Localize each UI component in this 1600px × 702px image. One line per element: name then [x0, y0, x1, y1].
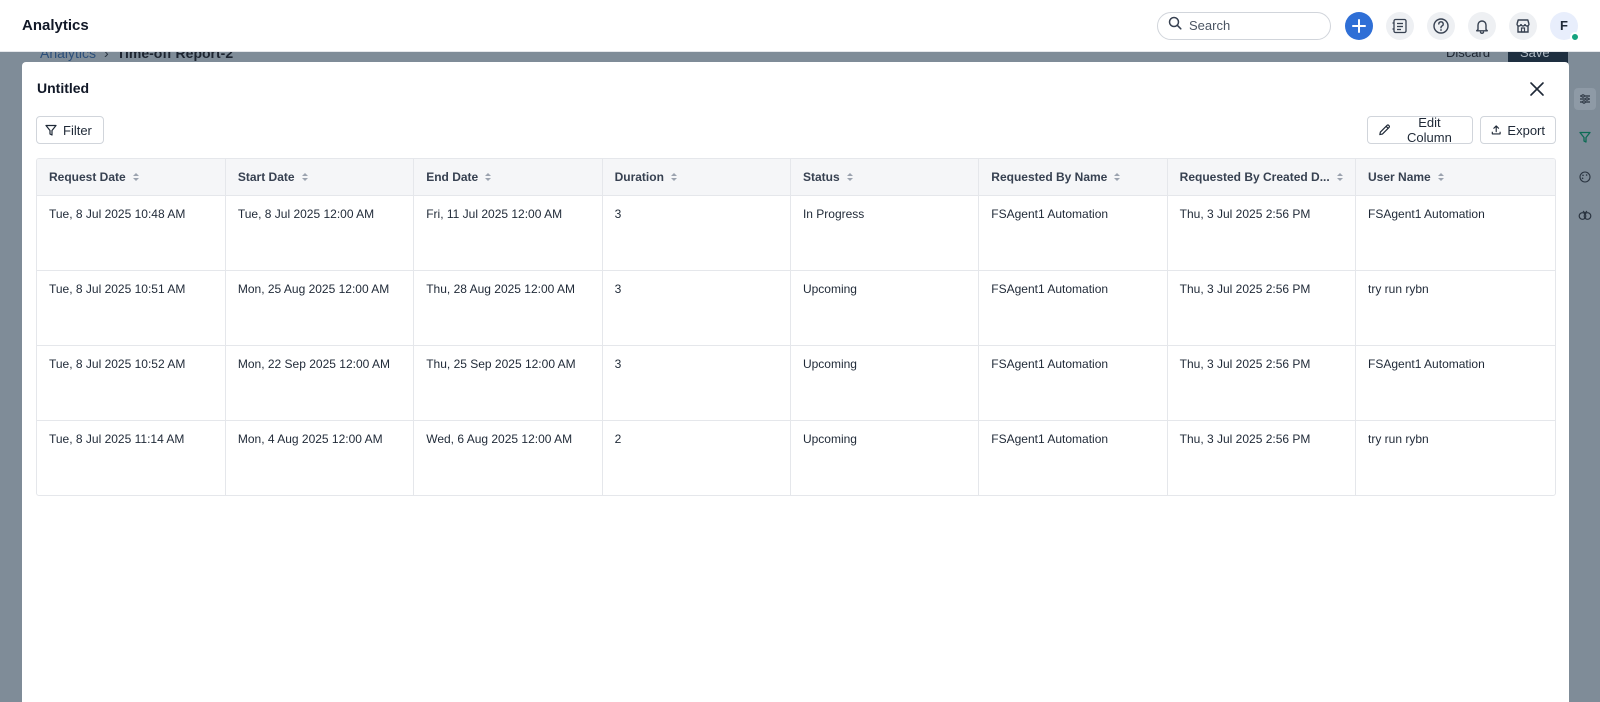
background-breadcrumb: Analytics › Time-off Report-2 [40, 52, 233, 61]
topbar-actions: F [1157, 11, 1580, 42]
upload-icon [1491, 125, 1501, 135]
table-header-row: Request Date Start Date End Date Duratio… [37, 159, 1555, 196]
close-button[interactable] [1526, 78, 1548, 100]
cell-request-date: Tue, 8 Jul 2025 10:51 AM [37, 270, 226, 346]
sort-icon [1437, 172, 1444, 181]
sort-icon [301, 172, 308, 181]
cell-duration: 3 [602, 345, 791, 421]
table-row: Tue, 8 Jul 2025 11:14 AM Mon, 4 Aug 2025… [37, 420, 1555, 495]
question-circle-icon [1433, 17, 1449, 34]
cell-request-date: Tue, 8 Jul 2025 10:52 AM [37, 345, 226, 421]
cell-duration: 3 [602, 270, 791, 346]
sort-icon [846, 172, 853, 181]
cell-end-date: Fri, 11 Jul 2025 12:00 AM [413, 195, 603, 271]
funnel-icon [45, 124, 57, 136]
cell-user-name: try run rybn [1368, 431, 1429, 446]
report-preview-modal: Untitled Filter Edit Column Export Reque… [22, 62, 1569, 702]
edit-column-button[interactable]: Edit Column [1367, 115, 1473, 145]
sort-icon [670, 172, 677, 181]
pencil-icon [1379, 124, 1391, 136]
breadcrumb-separator: › [104, 52, 109, 61]
cell-request-date: Tue, 8 Jul 2025 11:14 AM [37, 420, 226, 495]
rail-link-icon [1574, 204, 1596, 226]
column-header-user-name[interactable]: User Name [1355, 159, 1555, 196]
app-title: Analytics [22, 17, 89, 34]
rail-settings-icon [1574, 88, 1596, 110]
plus-icon [1352, 18, 1366, 33]
sort-icon [132, 172, 139, 181]
cell-requested-by-created-date: Thu, 3 Jul 2025 2:56 PM [1167, 420, 1357, 495]
table-row: Tue, 8 Jul 2025 10:52 AM Mon, 22 Sep 202… [37, 345, 1555, 421]
cell-requested-by-created-date: Thu, 3 Jul 2025 2:56 PM [1167, 270, 1357, 346]
report-table: Request Date Start Date End Date Duratio… [36, 158, 1556, 496]
sort-icon [1336, 172, 1343, 181]
cell-status: In Progress [790, 195, 980, 271]
cell-status: Upcoming [790, 345, 980, 421]
table-row: Tue, 8 Jul 2025 10:51 AM Mon, 25 Aug 202… [37, 270, 1555, 346]
cell-end-date: Wed, 6 Aug 2025 12:00 AM [413, 420, 603, 495]
store-button[interactable] [1509, 11, 1537, 40]
table-row: Tue, 8 Jul 2025 10:48 AM Tue, 8 Jul 2025… [37, 195, 1555, 271]
filter-button-label: Filter [63, 122, 92, 138]
column-header-duration[interactable]: Duration [602, 159, 791, 196]
cell-status: Upcoming [790, 270, 980, 346]
cell-end-date: Thu, 28 Aug 2025 12:00 AM [413, 270, 603, 346]
cell-user-name: try run rybn [1355, 270, 1555, 346]
contacts-button[interactable] [1386, 11, 1414, 40]
user-avatar[interactable]: F [1550, 11, 1580, 42]
column-header-requested-by-name[interactable]: Requested By Name [978, 159, 1168, 196]
column-header-request-date[interactable]: Request Date [37, 159, 226, 196]
cell-requested-by-name: FSAgent1 Automation [978, 195, 1168, 271]
search-box[interactable] [1157, 11, 1331, 40]
export-button[interactable]: Export [1480, 116, 1556, 144]
online-status-dot [1570, 31, 1580, 42]
background-right-rail [1568, 52, 1600, 702]
sort-icon [1114, 172, 1121, 181]
cell-requested-by-name: FSAgent1 Automation [978, 420, 1168, 495]
edit-column-button-label: Edit Column [1407, 115, 1452, 145]
column-header-end-date[interactable]: End Date [413, 159, 603, 196]
column-header-start-date[interactable]: Start Date [225, 159, 415, 196]
search-input[interactable] [1189, 18, 1309, 33]
avatar-initial: F [1560, 18, 1568, 33]
cell-duration: 3 [602, 195, 791, 271]
cell-request-date: Tue, 8 Jul 2025 10:48 AM [37, 195, 226, 271]
cell-requested-by-created-date: Thu, 3 Jul 2025 2:56 PM [1167, 195, 1357, 271]
close-icon [1530, 82, 1544, 96]
cell-user-name: FSAgent1 Automation [1355, 345, 1555, 421]
rail-funnel-icon [1574, 126, 1596, 148]
top-app-bar: Analytics F [0, 0, 1600, 52]
cell-start-date: Mon, 22 Sep 2025 12:00 AM [225, 345, 415, 421]
cell-requested-by-name: FSAgent1 Automation [978, 270, 1168, 346]
background-discard-button: Discard [1446, 52, 1491, 60]
export-button-label: Export [1507, 122, 1545, 138]
rail-palette-icon [1574, 166, 1596, 188]
contact-card-icon [1392, 18, 1407, 33]
modal-title: Untitled [37, 80, 90, 96]
breadcrumb-report-name: Time-off Report-2 [116, 52, 234, 61]
add-button[interactable] [1345, 11, 1373, 40]
sort-icon [485, 172, 492, 181]
column-header-status[interactable]: Status [790, 159, 980, 196]
bell-icon [1476, 19, 1488, 34]
cell-requested-by-name: FSAgent1 Automation [978, 345, 1168, 421]
store-icon [1516, 18, 1530, 33]
help-button[interactable] [1427, 11, 1455, 40]
cell-duration: 2 [602, 420, 791, 495]
cell-start-date: Tue, 8 Jul 2025 12:00 AM [225, 195, 415, 271]
cell-start-date: Mon, 25 Aug 2025 12:00 AM [225, 270, 415, 346]
search-icon [1168, 16, 1182, 35]
cell-requested-by-created-date: Thu, 3 Jul 2025 2:56 PM [1167, 345, 1357, 421]
cell-end-date: Thu, 25 Sep 2025 12:00 AM [413, 345, 603, 421]
notifications-button[interactable] [1468, 11, 1496, 40]
cell-status: Upcoming [790, 420, 980, 495]
column-header-requested-by-created-date[interactable]: Requested By Created D... [1167, 159, 1357, 196]
cell-start-date: Mon, 4 Aug 2025 12:00 AM [225, 420, 415, 495]
breadcrumb-root: Analytics [40, 52, 97, 61]
filter-button[interactable]: Filter [36, 116, 104, 144]
cell-user-name: FSAgent1 Automation [1355, 195, 1555, 271]
